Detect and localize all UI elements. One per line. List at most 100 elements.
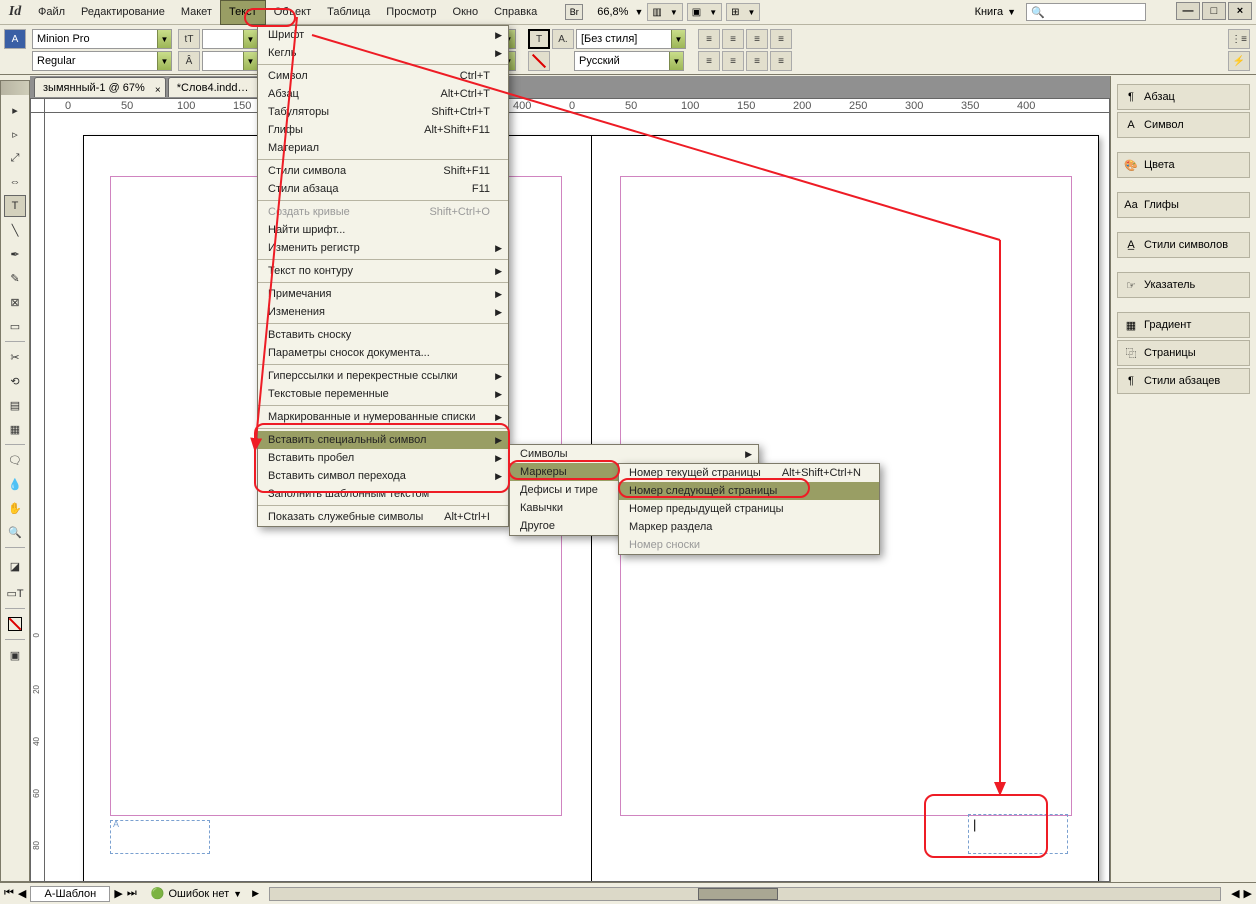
maximize-button[interactable]: □ bbox=[1202, 2, 1226, 20]
justify-full-icon[interactable]: ≡ bbox=[770, 51, 792, 71]
char-mode-icon[interactable]: A bbox=[4, 29, 26, 49]
panel-Абзац[interactable]: ¶Абзац bbox=[1117, 84, 1250, 110]
leading-field[interactable]: ▼ bbox=[202, 51, 258, 71]
gap-tool[interactable]: ⇔ bbox=[4, 171, 26, 193]
menu-item[interactable]: Кегль▶ bbox=[258, 44, 508, 62]
menu-макет[interactable]: Макет bbox=[173, 0, 220, 25]
line-tool[interactable]: ╲ bbox=[4, 219, 26, 241]
prev-page-button[interactable]: ◀ bbox=[18, 887, 26, 900]
minimize-button[interactable]: — bbox=[1176, 2, 1200, 20]
format-container-icon[interactable]: ▭T bbox=[4, 582, 26, 604]
gradient-swatch-tool[interactable]: ▤ bbox=[4, 394, 26, 416]
menu-item[interactable]: Примечания▶ bbox=[258, 285, 508, 303]
menu-item[interactable]: ГлифыAlt+Shift+F11 bbox=[258, 121, 508, 139]
doc-tab[interactable]: *Слов4.indd…× bbox=[168, 77, 270, 97]
markers-submenu[interactable]: Номер текущей страницыAlt+Shift+Ctrl+NНо… bbox=[618, 463, 880, 555]
menu-таблица[interactable]: Таблица bbox=[319, 0, 378, 25]
menu-редактирование[interactable]: Редактирование bbox=[73, 0, 173, 25]
pencil-tool[interactable]: ✎ bbox=[4, 267, 26, 289]
menu-item[interactable]: Маркер раздела bbox=[619, 518, 879, 536]
panel-Глифы[interactable]: AaГлифы bbox=[1117, 192, 1250, 218]
justify-right-icon[interactable]: ≡ bbox=[746, 51, 768, 71]
doc-tab[interactable]: зымянный-1 @ 67%× bbox=[34, 77, 166, 97]
menu-item[interactable]: Создать кривыеShift+Ctrl+O bbox=[258, 203, 508, 221]
page-tool[interactable]: ⤢ bbox=[4, 147, 26, 169]
menu-item[interactable]: Изменения▶ bbox=[258, 303, 508, 321]
fill-stroke-proxy[interactable]: ◪ bbox=[4, 552, 26, 580]
panel-menu-icon[interactable]: ⋮≡ bbox=[1228, 29, 1250, 49]
menu-item[interactable]: Найти шрифт... bbox=[258, 221, 508, 239]
zoom-level[interactable]: 66,8% bbox=[591, 4, 634, 20]
left-page-number-frame[interactable]: A bbox=[110, 820, 210, 854]
close-button[interactable]: × bbox=[1228, 2, 1252, 20]
fill-proxy[interactable]: T bbox=[528, 29, 550, 49]
justify-icon[interactable]: ≡ bbox=[770, 29, 792, 49]
menu-item[interactable]: АбзацAlt+Ctrl+T bbox=[258, 85, 508, 103]
menu-item[interactable]: Изменить регистр▶ bbox=[258, 239, 508, 257]
panel-Стили абзацев[interactable]: ¶Стили абзацев bbox=[1117, 368, 1250, 394]
type-tool[interactable]: T bbox=[4, 195, 26, 217]
search-input[interactable]: 🔍 bbox=[1026, 3, 1146, 21]
menu-item[interactable]: Стили абзацаF11 bbox=[258, 180, 508, 198]
hand-tool[interactable]: ✋ bbox=[4, 497, 26, 519]
scissors-tool[interactable]: ✂ bbox=[4, 346, 26, 368]
menu-item[interactable]: Материал bbox=[258, 139, 508, 157]
align-right-icon[interactable]: ≡ bbox=[746, 29, 768, 49]
menu-справка[interactable]: Справка bbox=[486, 0, 545, 25]
next-page-button[interactable]: ▶ bbox=[114, 887, 122, 900]
font-size-field[interactable]: ▼ bbox=[202, 29, 258, 49]
menu-item[interactable]: Текстовые переменные▶ bbox=[258, 385, 508, 403]
font-family-field[interactable]: Minion Pro▼ bbox=[32, 29, 172, 49]
menu-item[interactable]: Вставить сноску bbox=[258, 326, 508, 344]
justify-left-icon[interactable]: ≡ bbox=[698, 51, 720, 71]
preflight-status-icon[interactable]: 🟢 bbox=[151, 887, 165, 900]
panel-Стили символов[interactable]: A̲Стили символов bbox=[1117, 232, 1250, 258]
screen-mode-dropdown[interactable]: ▣▼ bbox=[687, 3, 722, 21]
menu-item[interactable]: Текст по контуру▶ bbox=[258, 262, 508, 280]
frame-tool[interactable]: ⊠ bbox=[4, 291, 26, 313]
arrange-dropdown[interactable]: ⊞▼ bbox=[726, 3, 760, 21]
menu-файл[interactable]: Файл bbox=[30, 0, 73, 25]
align-center-icon[interactable]: ≡ bbox=[722, 29, 744, 49]
menu-item[interactable]: Стили символаShift+F11 bbox=[258, 162, 508, 180]
panel-Указатель[interactable]: ☞Указатель bbox=[1117, 272, 1250, 298]
menu-item[interactable]: Гиперссылки и перекрестные ссылки▶ bbox=[258, 367, 508, 385]
note-tool[interactable]: 🗨 bbox=[4, 449, 26, 471]
view-mode-dropdown[interactable]: ▥▼ bbox=[647, 3, 682, 21]
font-style-field[interactable]: Regular▼ bbox=[32, 51, 172, 71]
first-page-button[interactable]: ⏮ bbox=[4, 887, 14, 900]
panel-Символ[interactable]: AСимвол bbox=[1117, 112, 1250, 138]
last-page-button[interactable]: ⏭ bbox=[127, 887, 137, 900]
apply-color-icon[interactable] bbox=[4, 613, 26, 635]
workspace-switcher[interactable]: Книга bbox=[975, 6, 1004, 18]
transform-tool[interactable]: ⟲ bbox=[4, 370, 26, 392]
zoom-tool[interactable]: 🔍 bbox=[4, 521, 26, 543]
align-left-icon[interactable]: ≡ bbox=[698, 29, 720, 49]
menu-item[interactable]: ТабуляторыShift+Ctrl+T bbox=[258, 103, 508, 121]
menu-окно[interactable]: Окно bbox=[445, 0, 487, 25]
eyedropper-tool[interactable]: 💧 bbox=[4, 473, 26, 495]
quick-apply-icon[interactable]: ⚡ bbox=[1228, 51, 1250, 71]
view-mode-icon[interactable]: ▣ bbox=[4, 644, 26, 666]
stroke-proxy[interactable] bbox=[528, 51, 550, 71]
menu-item[interactable]: Номер сноски bbox=[619, 536, 879, 554]
panel-Градиент[interactable]: ▦Градиент bbox=[1117, 312, 1250, 338]
char-style-field[interactable]: [Без стиля]▼ bbox=[576, 29, 686, 49]
direct-selection-tool[interactable]: ▹ bbox=[4, 123, 26, 145]
justify-center-icon[interactable]: ≡ bbox=[722, 51, 744, 71]
selection-tool[interactable]: ▸ bbox=[4, 99, 26, 121]
menu-item[interactable]: Параметры сносок документа... bbox=[258, 344, 508, 362]
panel-Страницы[interactable]: ⿻Страницы bbox=[1117, 340, 1250, 366]
language-field[interactable]: Русский▼ bbox=[574, 51, 684, 71]
page-indicator[interactable]: А-Шаблон bbox=[30, 886, 110, 902]
menu-item[interactable]: Шрифт▶ bbox=[258, 26, 508, 44]
panel-Цвета[interactable]: 🎨Цвета bbox=[1117, 152, 1250, 178]
pen-tool[interactable]: ✒ bbox=[4, 243, 26, 265]
menu-item[interactable]: Показать служебные символыAlt+Ctrl+I bbox=[258, 508, 508, 526]
menu-item[interactable]: СимволCtrl+T bbox=[258, 67, 508, 85]
gradient-feather-tool[interactable]: ▦ bbox=[4, 418, 26, 440]
bridge-icon[interactable]: Br bbox=[565, 4, 583, 20]
menu-item[interactable]: Номер предыдущей страницы bbox=[619, 500, 879, 518]
horizontal-scrollbar[interactable] bbox=[269, 887, 1221, 901]
menu-просмотр[interactable]: Просмотр bbox=[378, 0, 444, 25]
